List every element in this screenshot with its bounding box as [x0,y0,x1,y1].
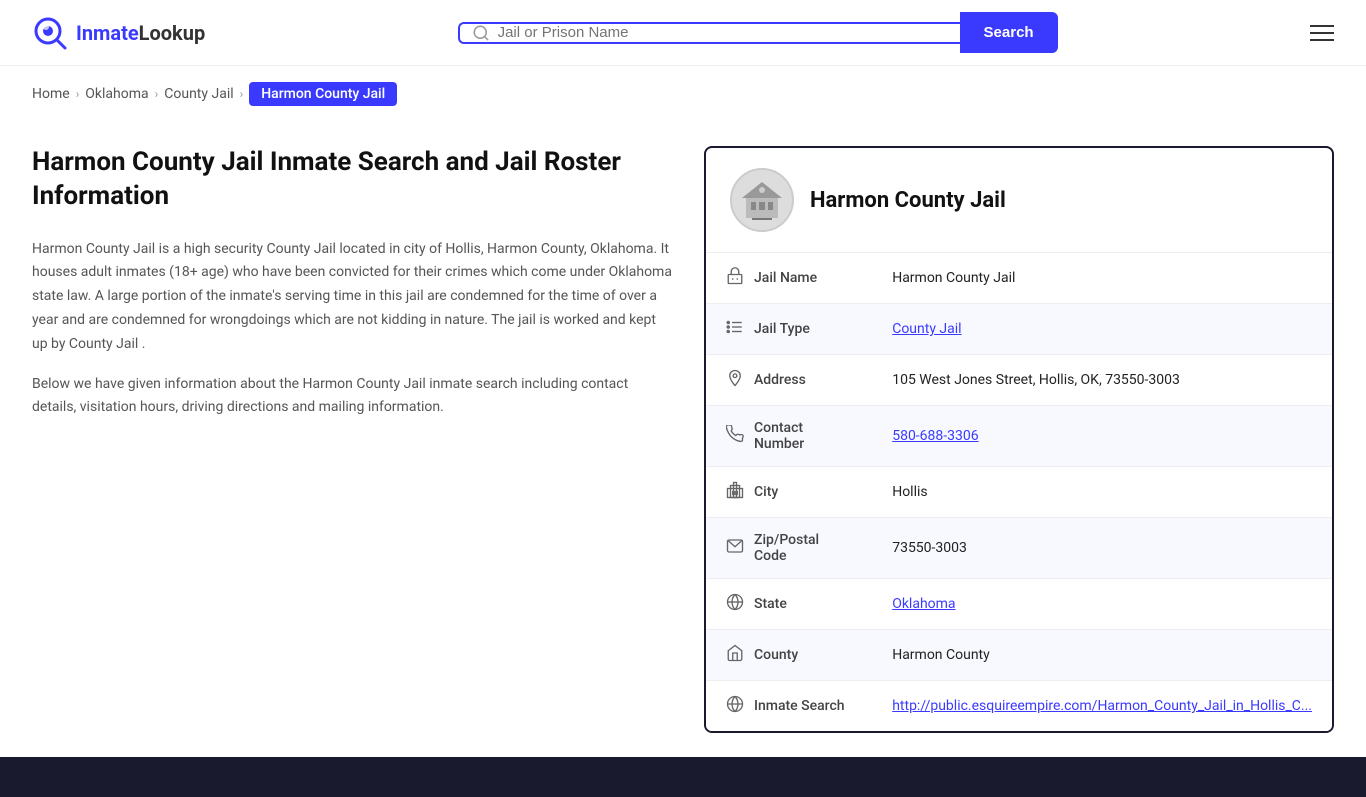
search-input-wrapper [458,22,960,44]
table-value-cell: Harmon County Jail [872,253,1332,304]
site-header: InmateLookup Search [0,0,1366,66]
chevron-icon-1: › [76,87,80,101]
search-input[interactable] [498,24,948,41]
table-label-cell: Jail Type [706,304,872,355]
hamburger-line-3 [1310,39,1334,41]
globe-icon-link[interactable]: Oklahoma [892,596,955,612]
search-icon [472,24,490,42]
table-label-cell: City [706,467,872,518]
table-value-cell[interactable]: 580-688-3306 [872,406,1332,467]
table-row: Jail NameHarmon County Jail [706,253,1332,304]
breadcrumb-state[interactable]: Oklahoma [85,86,148,102]
breadcrumb-home[interactable]: Home [32,86,70,102]
info-table: Jail NameHarmon County JailJail Type Coun… [706,253,1332,731]
phone-icon [726,425,744,447]
county-icon [726,644,744,666]
search-globe-icon [726,695,744,717]
right-column: Harmon County Jail Jail NameHarmon Count… [704,146,1334,733]
table-label-cell: Contact Number [706,406,872,467]
info-card: Harmon County Jail Jail NameHarmon Count… [704,146,1334,733]
list-icon-link[interactable]: County Jail [892,321,961,337]
table-row: Inmate Search http://public.esquireempire… [706,681,1332,732]
hamburger-menu[interactable] [1310,25,1334,41]
page-title: Harmon County Jail Inmate Search and Jai… [32,146,672,214]
main-content: Harmon County Jail Inmate Search and Jai… [0,122,1366,757]
list-icon [726,318,744,340]
table-row: Zip/Postal Code73550-3003 [706,518,1332,579]
table-label-cell: Jail Name [706,253,872,304]
description-paragraph-1: Harmon County Jail is a high security Co… [32,238,672,357]
description-paragraph-2: Below we have given information about th… [32,373,672,421]
footer [0,757,1366,797]
table-value-cell[interactable]: http://public.esquireempire.com/Harmon_C… [872,681,1332,732]
logo-icon [32,15,68,51]
table-value-cell: 105 West Jones Street, Hollis, OK, 73550… [872,355,1332,406]
globe-icon [726,593,744,615]
table-row: CityHollis [706,467,1332,518]
logo-label: InmateLookup [76,21,205,45]
hamburger-line-2 [1310,32,1334,34]
table-label-cell: Inmate Search [706,681,872,732]
mail-icon [726,537,744,559]
jail-card-title: Harmon County Jail [810,188,1006,213]
table-value-cell[interactable]: Oklahoma [872,579,1332,630]
jail-icon [726,267,744,289]
table-label-cell: Zip/Postal Code [706,518,872,579]
chevron-icon-2: › [155,87,159,101]
table-row: Contact Number 580-688-3306 [706,406,1332,467]
table-label-cell: Address [706,355,872,406]
left-column: Harmon County Jail Inmate Search and Jai… [32,146,672,733]
search-button[interactable]: Search [960,12,1058,53]
table-value-cell: Harmon County [872,630,1332,681]
table-label-cell: State [706,579,872,630]
phone-icon-link[interactable]: 580-688-3306 [892,428,978,444]
hamburger-line-1 [1310,25,1334,27]
table-value-cell: 73550-3003 [872,518,1332,579]
chevron-icon-3: › [240,87,244,101]
table-row: Address105 West Jones Street, Hollis, OK… [706,355,1332,406]
info-card-header: Harmon County Jail [706,148,1332,253]
table-value-cell: Hollis [872,467,1332,518]
jail-building-icon [738,176,786,224]
table-row: Jail Type County Jail [706,304,1332,355]
breadcrumb-current: Harmon County Jail [249,82,397,106]
city-icon [726,481,744,503]
table-row: State Oklahoma [706,579,1332,630]
table-value-cell[interactable]: County Jail [872,304,1332,355]
search-bar: Search [458,12,1058,53]
breadcrumb: Home › Oklahoma › County Jail › Harmon C… [0,66,1366,122]
table-label-cell: County [706,630,872,681]
location-icon [726,369,744,391]
table-row: CountyHarmon County [706,630,1332,681]
search-globe-icon-link[interactable]: http://public.esquireempire.com/Harmon_C… [892,698,1312,714]
jail-avatar [730,168,794,232]
site-logo[interactable]: InmateLookup [32,15,205,51]
breadcrumb-type[interactable]: County Jail [164,86,233,102]
